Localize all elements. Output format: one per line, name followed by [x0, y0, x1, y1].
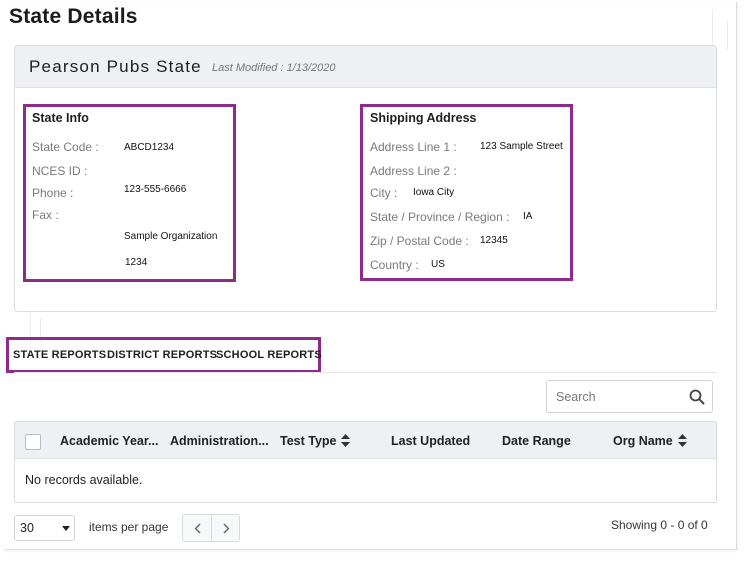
items-per-page-label: items per page: [89, 520, 169, 534]
address-line1-value: 123 Sample Street: [480, 141, 563, 152]
tab-school-reports[interactable]: SCHOOL REPORTS: [216, 349, 322, 361]
column-administration[interactable]: Administration...: [170, 434, 269, 448]
column-academic-year[interactable]: Academic Year...: [60, 434, 158, 448]
search-icon[interactable]: [689, 389, 705, 405]
chevron-down-icon: [62, 526, 70, 531]
fax-label: Fax :: [32, 208, 59, 222]
state-name: Pearson Pubs State: [29, 57, 202, 76]
country-value: US: [431, 259, 445, 270]
organization-value: Sample Organization: [124, 231, 218, 242]
extra-value: 1234: [125, 257, 148, 268]
state-region-value: IA: [523, 211, 533, 222]
state-info-title: State Info: [32, 111, 89, 125]
column-last-updated[interactable]: Last Updated: [391, 434, 470, 448]
zip-value: 12345: [480, 235, 508, 246]
showing-count: Showing 0 - 0 of 0: [611, 518, 708, 532]
grid-header: Academic Year... Administration... Test …: [15, 422, 716, 459]
sort-icon[interactable]: [341, 434, 350, 447]
card-header: Pearson Pubs State Last Modified : 1/13/…: [15, 46, 716, 88]
shipping-title: Shipping Address: [370, 111, 477, 125]
address-line2-label: Address Line 2 :: [370, 164, 457, 178]
phone-label: Phone :: [32, 186, 74, 200]
select-all-checkbox[interactable]: [25, 434, 41, 450]
column-org-name[interactable]: Org Name: [613, 434, 673, 448]
tab-divider: [14, 372, 717, 373]
empty-message: No records available.: [25, 473, 143, 487]
tab-district-reports[interactable]: DISTRICT REPORTS: [107, 349, 217, 361]
next-page-button[interactable]: [212, 515, 241, 541]
chevron-right-icon: [223, 523, 230, 533]
search-input[interactable]: [547, 381, 677, 412]
nces-label: NCES ID :: [32, 164, 88, 178]
column-date-range[interactable]: Date Range: [502, 434, 571, 448]
state-region-label: State / Province / Region :: [370, 210, 510, 224]
last-modified: Last Modified : 1/13/2020: [212, 62, 336, 74]
sort-icon[interactable]: [678, 434, 687, 447]
previous-page-button[interactable]: [183, 515, 212, 541]
reports-grid: Academic Year... Administration... Test …: [14, 421, 717, 503]
state-code-label: State Code :: [32, 140, 99, 154]
pager-buttons: [182, 514, 240, 542]
column-test-type[interactable]: Test Type: [280, 434, 337, 448]
tab-state-reports[interactable]: STATE REPORTS: [13, 349, 106, 361]
page-title: State Details: [9, 5, 138, 28]
city-label: City :: [370, 186, 398, 200]
city-value: Iowa City: [413, 187, 455, 198]
search-box: [546, 380, 713, 413]
chevron-left-icon: [194, 523, 201, 533]
phone-value: 123-555-6666: [124, 184, 187, 195]
decorative-line: [727, 20, 728, 50]
state-code-value: ABCD1234: [124, 142, 175, 153]
zip-label: Zip / Postal Code :: [370, 234, 469, 248]
decorative-line: [712, 10, 713, 50]
country-label: Country :: [370, 258, 419, 272]
address-line1-label: Address Line 1 :: [370, 140, 457, 154]
